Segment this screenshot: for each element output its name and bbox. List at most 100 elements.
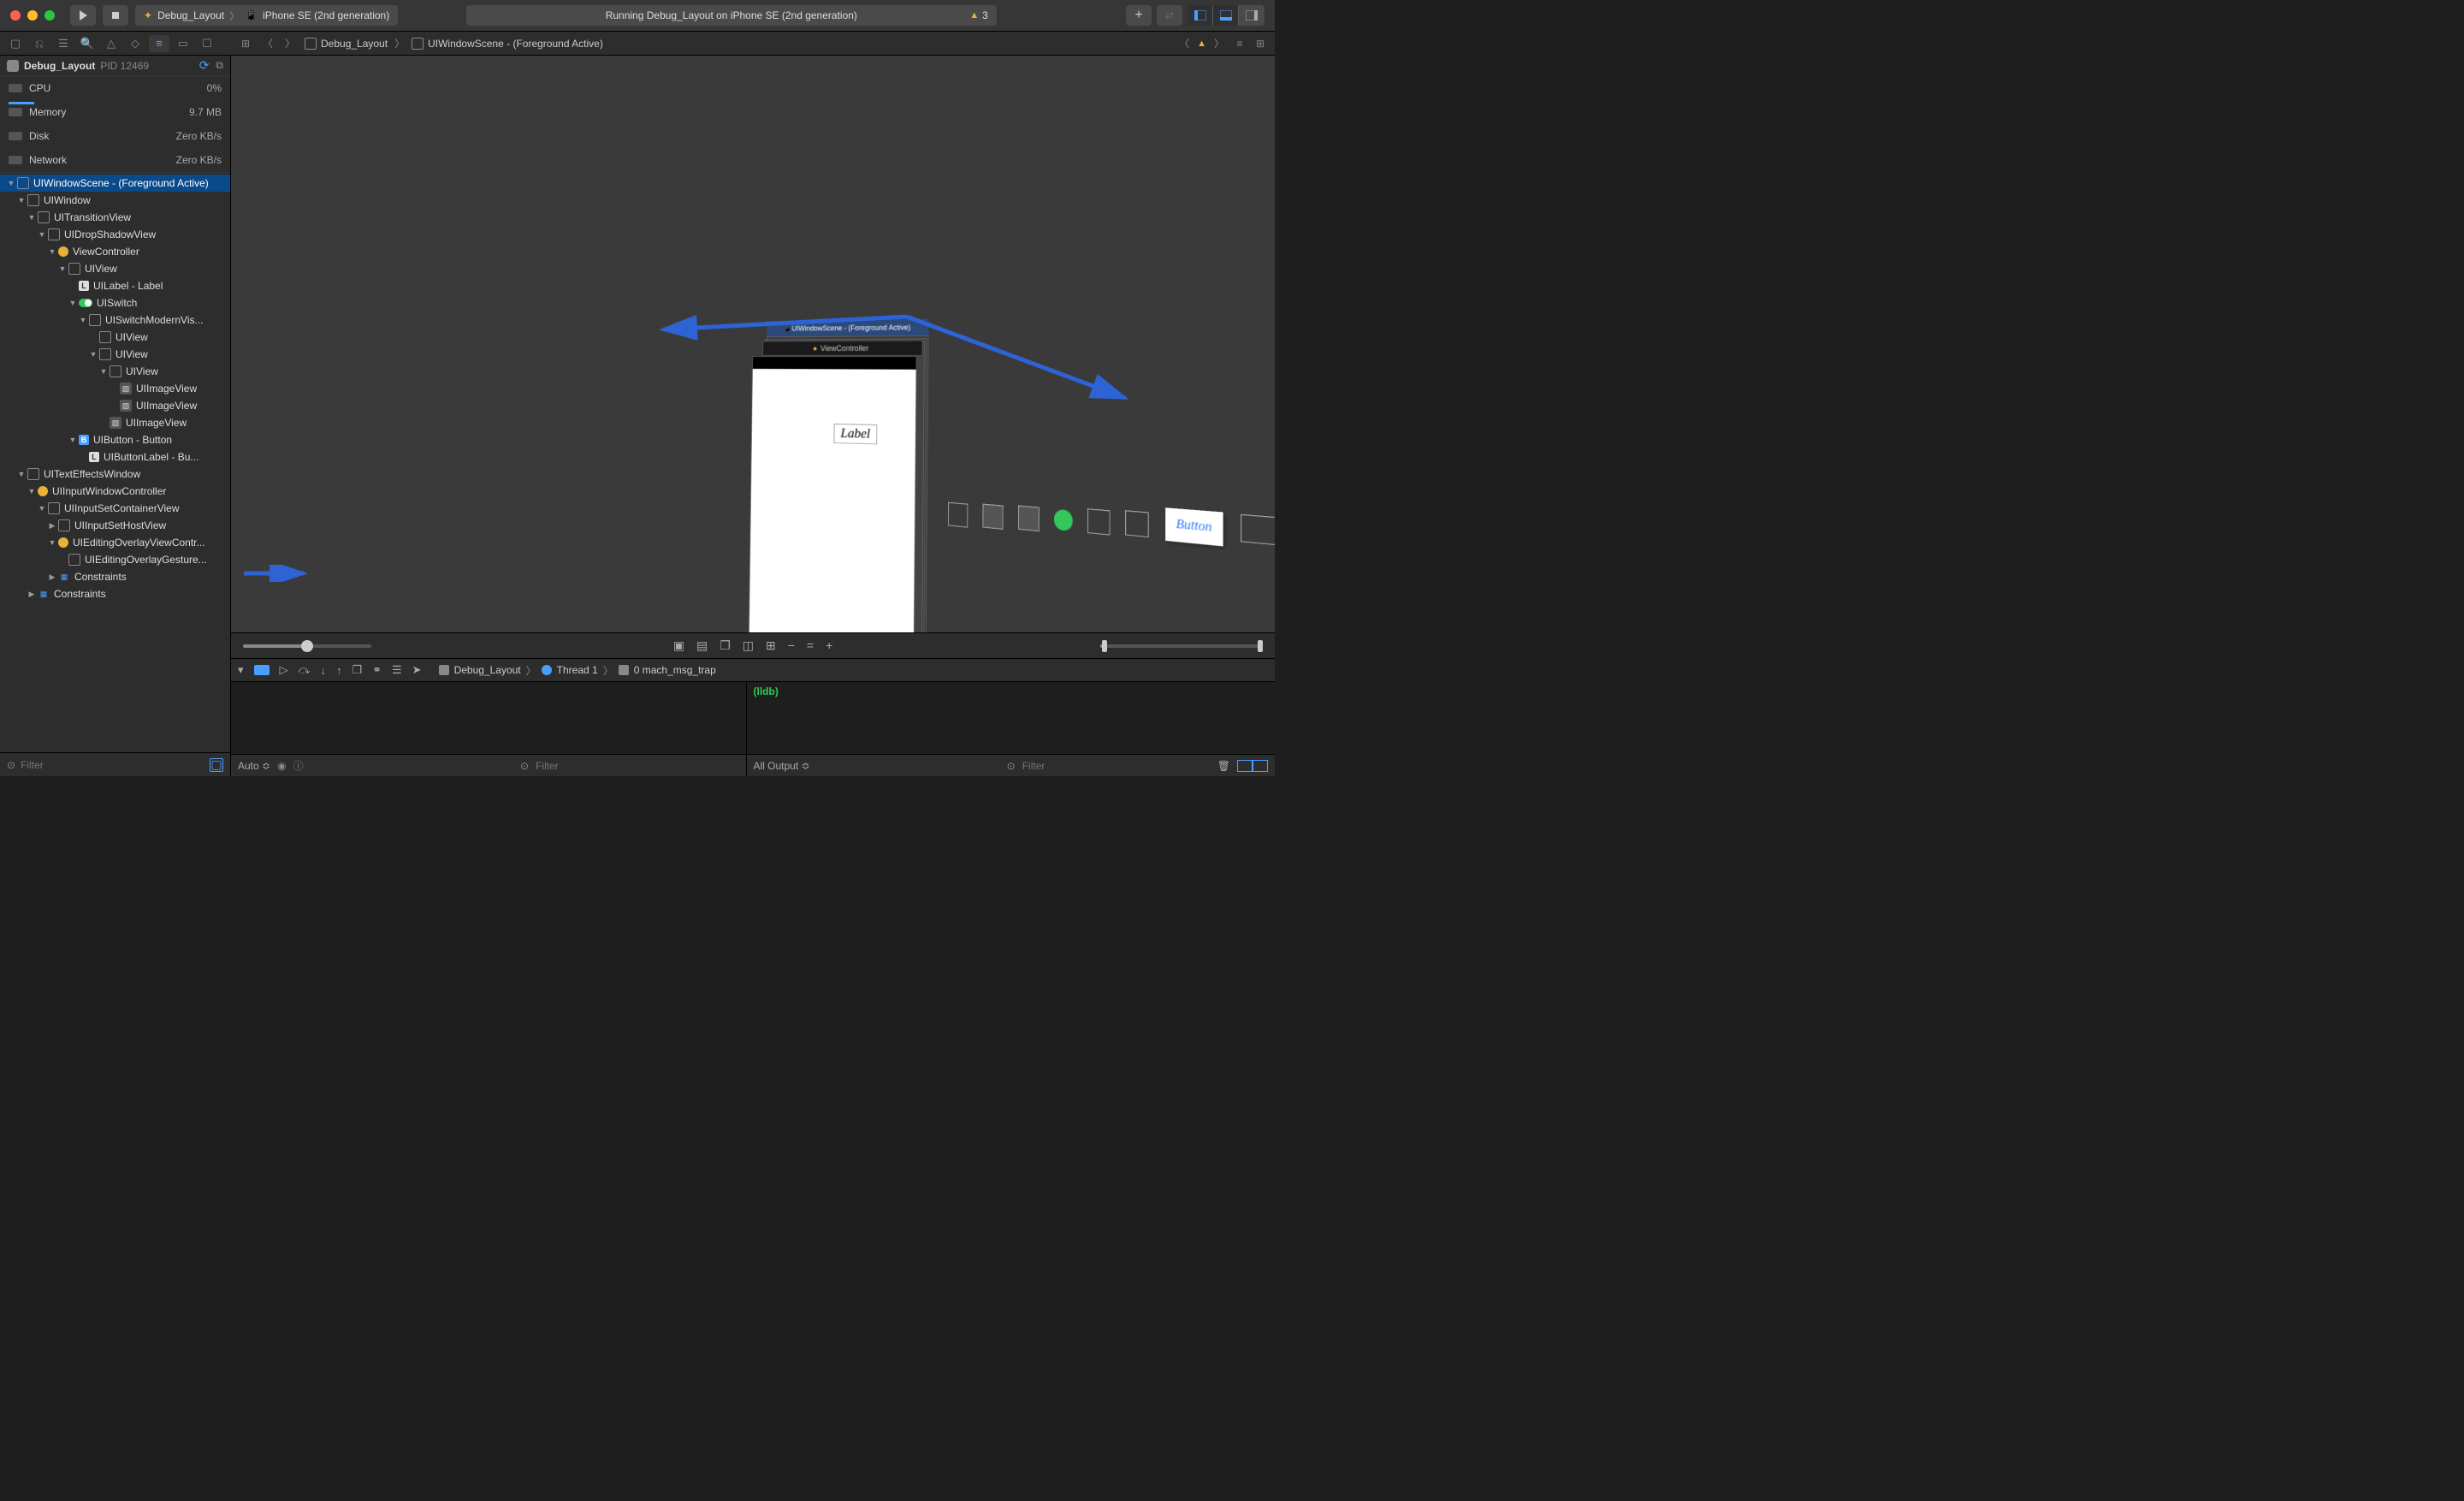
tree-row[interactable]: ▶UIInputSetHostView xyxy=(0,517,230,534)
tree-row[interactable]: ▼UIEditingOverlayViewContr... xyxy=(0,534,230,551)
breadcrumb-scene[interactable]: UIWindowScene - (Foreground Active) xyxy=(412,38,603,50)
zoom-slider[interactable] xyxy=(243,644,371,648)
layers-icon[interactable]: ❐ xyxy=(720,638,731,653)
process-header[interactable]: Debug_Layout PID 12469 ⟳ ⧉ xyxy=(0,56,230,76)
tree-row[interactable]: ▧UIImageView xyxy=(0,414,230,431)
toggle-debug-area-icon[interactable]: ▾ xyxy=(238,663,244,677)
zoom-out-icon[interactable]: − xyxy=(788,638,795,653)
floater-5[interactable] xyxy=(1087,508,1111,536)
zoom-actual-icon[interactable]: = xyxy=(807,638,814,653)
floater-8[interactable] xyxy=(1241,514,1275,547)
floater-6[interactable] xyxy=(1125,510,1149,537)
cpu-gauge[interactable]: CPU 0% xyxy=(0,76,230,100)
environment-overrides-icon[interactable]: ☰ xyxy=(392,663,402,677)
tree-row[interactable]: ▼UIInputWindowController xyxy=(0,483,230,500)
show-variables-toggle[interactable] xyxy=(1237,760,1253,772)
project-navigator-icon[interactable]: ▢ xyxy=(5,35,26,52)
breakpoints-toggle-icon[interactable] xyxy=(254,665,270,675)
code-review-button[interactable]: ⇄ xyxy=(1157,5,1182,26)
activity-status[interactable]: Running Debug_Layout on iPhone SE (2nd g… xyxy=(466,5,997,26)
forward-button-icon[interactable]: 〉 xyxy=(282,36,298,50)
step-out-icon[interactable]: ↑ xyxy=(336,664,342,677)
tree-row[interactable]: ▼UISwitch xyxy=(0,294,230,311)
warning-indicator[interactable]: ▲ 3 xyxy=(969,9,988,21)
editor-options-icon[interactable]: ≡ xyxy=(1232,38,1247,50)
spacing-slider[interactable] xyxy=(1100,644,1263,648)
tree-row[interactable]: ▼UIView xyxy=(0,260,230,277)
tree-row[interactable]: ▼UIInputSetContainerView xyxy=(0,500,230,517)
disk-gauge[interactable]: Disk Zero KB/s xyxy=(0,124,230,148)
navigator-filter-input[interactable] xyxy=(21,759,204,771)
source-control-navigator-icon[interactable]: ⎌ xyxy=(29,35,50,52)
debug-process-crumbs[interactable]: Debug_Layout 〉 Thread 1 〉 0 mach_msg_tra… xyxy=(439,663,716,678)
report-navigator-icon[interactable]: ☐ xyxy=(197,35,217,52)
device-layer[interactable] xyxy=(749,357,916,658)
toggle-left-panel[interactable] xyxy=(1188,5,1213,26)
options-icon[interactable]: ⧉ xyxy=(216,59,223,72)
view-hierarchy-tree[interactable]: ▼UIWindowScene - (Foreground Active)▼UIW… xyxy=(0,173,230,752)
tree-row[interactable]: ▧UIImageView xyxy=(0,380,230,397)
uibutton-layer[interactable]: Button xyxy=(1165,507,1223,546)
tree-row[interactable]: UIView xyxy=(0,329,230,346)
variables-filter-input[interactable] xyxy=(536,760,738,772)
info-icon[interactable]: ⓘ xyxy=(293,758,304,773)
back-button-icon[interactable]: 〈 xyxy=(260,36,275,50)
tree-row[interactable]: ▼UIWindow xyxy=(0,192,230,209)
show-console-toggle[interactable] xyxy=(1253,760,1268,772)
symbol-navigator-icon[interactable]: ☰ xyxy=(53,35,74,52)
floater-1[interactable] xyxy=(948,502,968,528)
debug-view-hierarchy-icon[interactable]: ❐ xyxy=(352,663,362,677)
step-into-icon[interactable]: ↓ xyxy=(320,664,326,677)
tree-row[interactable]: ▶▦Constraints xyxy=(0,585,230,602)
zoom-in-icon[interactable]: + xyxy=(826,638,832,653)
tree-row[interactable]: ▼ViewController xyxy=(0,243,230,260)
zoom-window-button[interactable] xyxy=(44,10,55,21)
constraints-mode-icon[interactable]: ▤ xyxy=(696,638,708,653)
issue-navigator-icon[interactable]: △ xyxy=(101,35,121,52)
uilabel-layer[interactable]: Label xyxy=(833,424,877,445)
debug-memory-graph-icon[interactable]: ⚭ xyxy=(372,663,382,677)
uiswitch-knob-layer[interactable] xyxy=(1054,509,1073,532)
breadcrumb-app[interactable]: Debug_Layout xyxy=(305,38,388,50)
debug-navigator-icon[interactable]: ≡ xyxy=(149,35,169,52)
prev-issue-icon[interactable]: 〈 xyxy=(1176,36,1192,50)
network-gauge[interactable]: Network Zero KB/s xyxy=(0,148,230,172)
tree-row[interactable]: ▼UIDropShadowView xyxy=(0,226,230,243)
variables-view[interactable]: Auto ≎ ◉ ⓘ ⊙ xyxy=(231,682,747,776)
console-output[interactable]: (lldb) All Output ≎ ⊙ 🗑 xyxy=(747,682,1276,776)
toggle-right-panel[interactable] xyxy=(1239,5,1265,26)
tree-row[interactable]: ▼UITextEffectsWindow xyxy=(0,466,230,483)
toggle-bottom-panel[interactable] xyxy=(1213,5,1239,26)
tree-row[interactable]: ▼UIWindowScene - (Foreground Active) xyxy=(0,175,230,192)
tree-row[interactable]: ▼UIView xyxy=(0,346,230,363)
tree-row[interactable]: ▼UITransitionView xyxy=(0,209,230,226)
tree-row[interactable]: ▧UIImageView xyxy=(0,397,230,414)
scheme-selector[interactable]: ✦ Debug_Layout 〉 📱 iPhone SE (2nd genera… xyxy=(135,5,398,26)
breakpoint-navigator-icon[interactable]: ▭ xyxy=(173,35,193,52)
stop-button[interactable] xyxy=(103,5,128,26)
minimize-window-button[interactable] xyxy=(27,10,38,21)
close-window-button[interactable] xyxy=(10,10,21,21)
run-button[interactable] xyxy=(70,5,96,26)
floater-2[interactable] xyxy=(982,503,1003,530)
related-items-icon[interactable]: ⊞ xyxy=(238,38,253,50)
tree-row[interactable]: UIEditingOverlayGesture... xyxy=(0,551,230,568)
memory-gauge[interactable]: Memory 9.7 MB xyxy=(0,100,230,124)
add-editor-icon[interactable]: ⊞ xyxy=(1253,38,1268,50)
tree-row[interactable]: LUILabel - Label xyxy=(0,277,230,294)
clear-console-icon[interactable]: 🗑 xyxy=(1217,760,1230,772)
orient-2d-icon[interactable]: ◫ xyxy=(743,638,754,653)
clip-mode-icon[interactable]: ▣ xyxy=(673,638,684,653)
tree-row[interactable]: ▼UISwitchModernVis... xyxy=(0,311,230,329)
continue-icon[interactable]: ▷ xyxy=(280,663,288,677)
variables-mode-selector[interactable]: Auto ≎ xyxy=(238,760,270,772)
view-debugger-canvas[interactable]: 📱 UIWindowScene - (Foreground Active) ●V… xyxy=(231,56,1275,658)
floater-3[interactable] xyxy=(1018,505,1040,531)
next-issue-icon[interactable]: 〉 xyxy=(1211,36,1227,50)
scope-icon[interactable]: ◉ xyxy=(277,760,286,772)
simulate-location-icon[interactable]: ➤ xyxy=(412,663,422,677)
refresh-icon[interactable]: ⟳ xyxy=(199,58,210,73)
console-mode-selector[interactable]: All Output ≎ xyxy=(754,760,810,772)
tree-row[interactable]: ▶▦Constraints xyxy=(0,568,230,585)
tree-row[interactable]: LUIButtonLabel - Bu... xyxy=(0,448,230,466)
